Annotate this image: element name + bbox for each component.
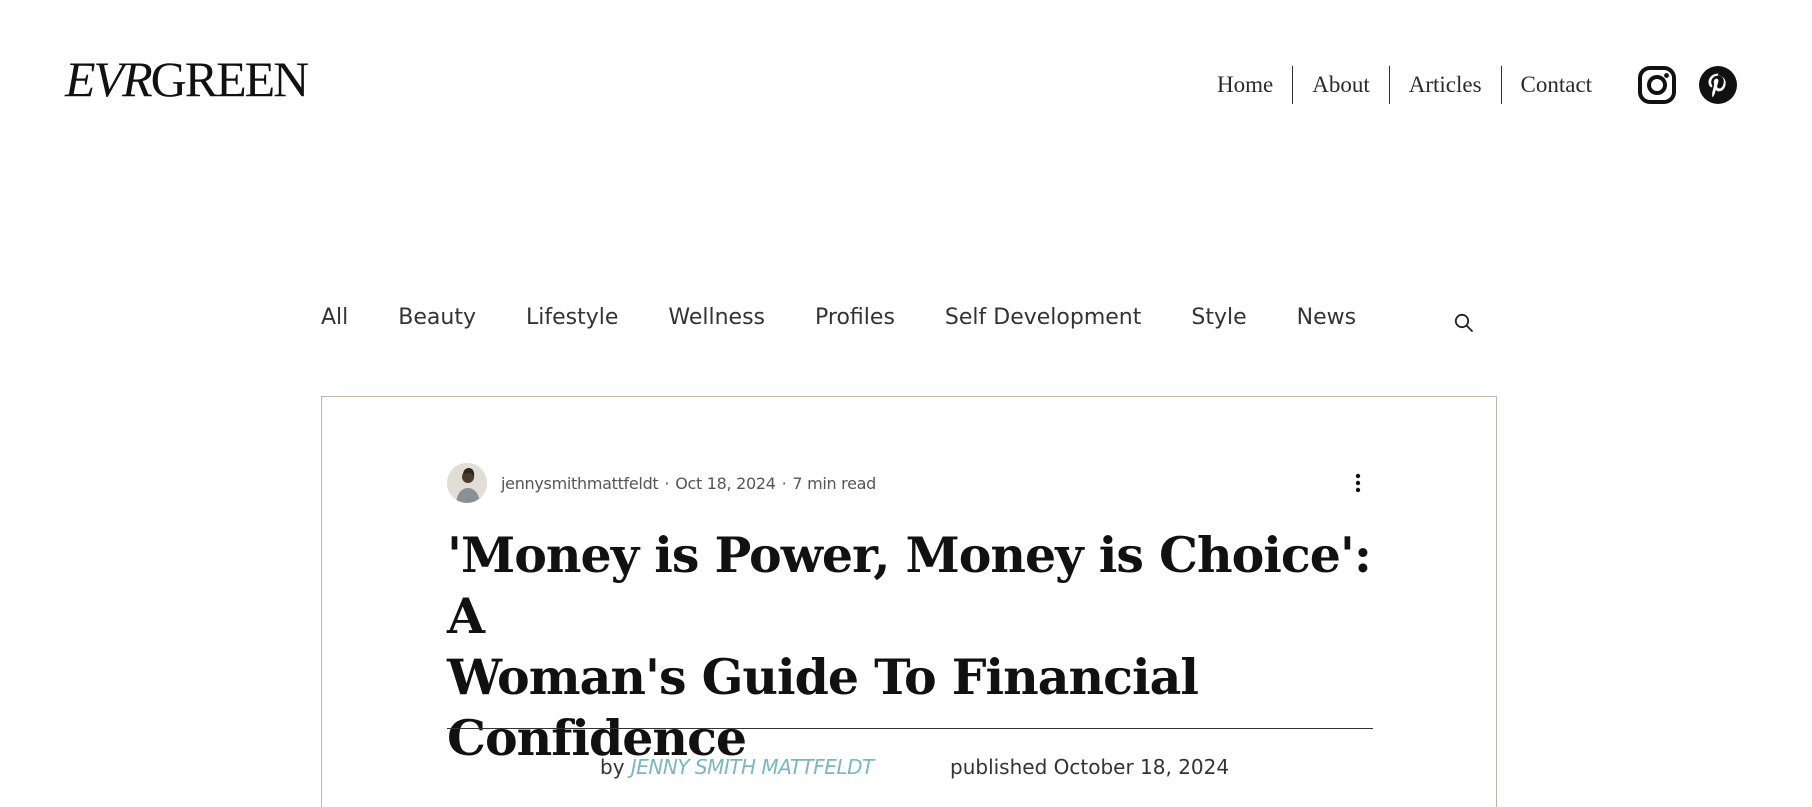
more-vertical-icon[interactable] <box>1346 468 1370 498</box>
instagram-icon[interactable] <box>1637 65 1677 105</box>
author-handle[interactable]: jennysmithmattfeldt <box>501 474 659 493</box>
nav-home[interactable]: Home <box>1199 66 1292 104</box>
byline: by JENNY SMITH MATTFELDT <box>600 755 874 779</box>
logo-regular-part: GREEN <box>150 51 310 107</box>
pinterest-icon[interactable] <box>1698 65 1738 105</box>
category-profiles[interactable]: Profiles <box>815 305 895 330</box>
site-logo[interactable]: EVRGREEN <box>65 51 310 107</box>
category-wellness[interactable]: Wellness <box>668 305 765 330</box>
post-meta: jennysmithmattfeldt · Oct 18, 2024 · 7 m… <box>447 463 876 503</box>
category-style[interactable]: Style <box>1191 305 1246 330</box>
main-nav: Home About Articles Contact <box>1199 66 1611 104</box>
category-beauty[interactable]: Beauty <box>398 305 476 330</box>
post-date: Oct 18, 2024 <box>675 473 776 493</box>
post-title[interactable]: 'Money is Power, Money is Choice': A Wom… <box>447 525 1377 769</box>
meta-separator: · <box>781 473 787 493</box>
category-self-development[interactable]: Self Development <box>945 305 1141 330</box>
category-bar: All Beauty Lifestyle Wellness Profiles S… <box>321 305 1406 330</box>
author-avatar[interactable] <box>447 463 487 503</box>
search-icon[interactable] <box>1452 311 1476 335</box>
logo-italic-part: EVR <box>65 51 153 107</box>
post-card[interactable]: jennysmithmattfeldt · Oct 18, 2024 · 7 m… <box>321 396 1497 807</box>
byline-author-link[interactable]: JENNY SMITH MATTFELDT <box>631 755 874 779</box>
nav-about[interactable]: About <box>1292 66 1389 104</box>
post-title-line1: 'Money is Power, Money is Choice': A <box>447 526 1372 645</box>
category-all[interactable]: All <box>321 305 348 330</box>
nav-contact[interactable]: Contact <box>1500 66 1612 104</box>
category-lifestyle[interactable]: Lifestyle <box>526 305 618 330</box>
divider <box>447 728 1373 729</box>
read-time: 7 min read <box>792 473 876 493</box>
post-title-line2: Woman's Guide To Financial Confidence <box>447 648 1199 767</box>
meta-separator: · <box>664 473 670 493</box>
nav-articles[interactable]: Articles <box>1388 66 1501 104</box>
byline-prefix: by <box>600 755 625 779</box>
category-news[interactable]: News <box>1297 305 1356 330</box>
published-date: published October 18, 2024 <box>950 755 1230 779</box>
